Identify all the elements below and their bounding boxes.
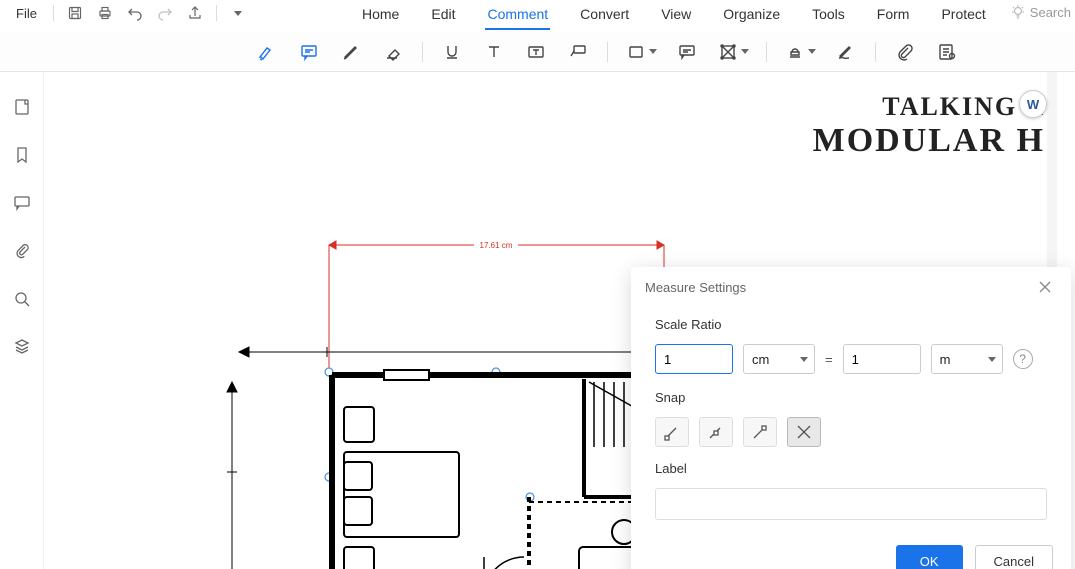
snap-endpoint-button[interactable] — [655, 417, 689, 447]
menu-view[interactable]: View — [659, 2, 693, 26]
measure-icon[interactable] — [712, 36, 754, 68]
scale-to-unit-select[interactable]: m — [931, 344, 1003, 374]
scale-to-input[interactable] — [843, 344, 921, 374]
label-label: Label — [655, 461, 1047, 476]
measure-settings-dialog: Measure Settings Scale Ratio cm = m — [631, 267, 1071, 569]
menu-tools[interactable]: Tools — [810, 2, 847, 26]
separator — [607, 42, 608, 62]
menu-protect[interactable]: Protect — [939, 2, 987, 26]
separator — [422, 42, 423, 62]
scale-from-input[interactable] — [655, 344, 733, 374]
floorplan-drawing[interactable]: 17.61 cm — [184, 167, 704, 569]
callout-icon[interactable] — [561, 36, 595, 68]
help-icon[interactable]: ? — [1013, 349, 1033, 369]
close-icon[interactable] — [1033, 275, 1057, 299]
word-export-icon[interactable]: W — [1019, 90, 1047, 118]
search-input[interactable]: Search — [1030, 5, 1071, 20]
menu-convert[interactable]: Convert — [578, 2, 631, 26]
scale-ratio-label: Scale Ratio — [655, 317, 1047, 332]
note-icon[interactable] — [292, 36, 326, 68]
menu-home[interactable]: Home — [360, 2, 401, 26]
bookmarks-icon[interactable] — [7, 140, 37, 170]
shape-icon[interactable] — [620, 36, 662, 68]
eraser-icon[interactable] — [376, 36, 410, 68]
dialog-title: Measure Settings — [645, 280, 746, 295]
menu-comment[interactable]: Comment — [485, 2, 550, 26]
snap-label: Snap — [655, 390, 1047, 405]
underline-icon[interactable] — [435, 36, 469, 68]
stamp-icon[interactable] — [779, 36, 821, 68]
ok-button[interactable]: OK — [896, 545, 963, 569]
comments-icon[interactable] — [7, 188, 37, 218]
thumbnails-icon[interactable] — [7, 92, 37, 122]
chat-icon[interactable] — [670, 36, 704, 68]
layers-icon[interactable] — [7, 332, 37, 362]
search-icon[interactable] — [7, 284, 37, 314]
separator — [875, 42, 876, 62]
text-icon[interactable] — [477, 36, 511, 68]
document-title: TALKING A MODULAR H — [813, 92, 1045, 160]
menu-form[interactable]: Form — [875, 2, 912, 26]
snap-intersection-button[interactable] — [787, 417, 821, 447]
signature-icon[interactable] — [829, 36, 863, 68]
textbox-icon[interactable] — [519, 36, 553, 68]
measurement-value: 17.61 cm — [480, 241, 513, 250]
cancel-button[interactable]: Cancel — [975, 545, 1053, 569]
menu-edit[interactable]: Edit — [429, 2, 457, 26]
annotations-icon[interactable] — [930, 36, 964, 68]
highlight-icon[interactable] — [250, 36, 284, 68]
menu-organize[interactable]: Organize — [721, 2, 782, 26]
scale-from-unit-select[interactable]: cm — [743, 344, 815, 374]
separator — [766, 42, 767, 62]
lightbulb-icon[interactable] — [1010, 4, 1026, 20]
snap-path-button[interactable] — [743, 417, 777, 447]
pencil-icon[interactable] — [334, 36, 368, 68]
equals-label: = — [825, 352, 833, 367]
paperclip-icon[interactable] — [7, 236, 37, 266]
attachment-icon[interactable] — [888, 36, 922, 68]
snap-midpoint-button[interactable] — [699, 417, 733, 447]
label-input[interactable] — [655, 488, 1047, 520]
